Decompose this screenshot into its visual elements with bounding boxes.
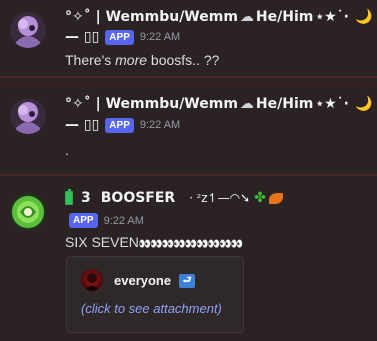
message-header: °✧˚ | Wemmbu/Wemm ☁ He/Him ⋆★˙· 🌙 bbox=[65, 96, 372, 112]
message-2: °✧˚ | Wemmbu/Wemm ☁ He/Him ⋆★˙· 🌙 — ▯▯ A… bbox=[0, 86, 377, 166]
divider bbox=[0, 76, 377, 78]
message-content: . bbox=[65, 142, 69, 158]
app-badge: APP bbox=[105, 29, 134, 45]
cloud-icon: ☁ bbox=[239, 96, 254, 112]
message-1: °✧˚ | Wemmbu/Wemm ☁ He/Him ⋆★˙· 🌙 — ▯▯ A… bbox=[0, 0, 377, 80]
message-meta: — ▯▯ APP 9:22 AM bbox=[65, 117, 180, 133]
embed-author-name: everyone bbox=[114, 273, 172, 288]
moon-icon: 🌙 bbox=[355, 96, 373, 112]
battery-icon bbox=[65, 189, 73, 205]
timestamp[interactable]: 9:22 AM bbox=[140, 31, 180, 43]
moon-icon: 🌙 bbox=[355, 9, 373, 25]
tag-suffix: He/Him bbox=[255, 9, 314, 25]
username-prefix: 3 bbox=[81, 190, 91, 206]
content-text: SIX SEVEN bbox=[65, 234, 139, 250]
leaf-icon bbox=[268, 192, 283, 204]
embed-author-avatar bbox=[81, 269, 103, 291]
content-text-end: boosfs.. ?? bbox=[147, 52, 220, 68]
reply-icon: ⮐ bbox=[179, 273, 196, 288]
embed-attachment-link[interactable]: (click to see attachment) bbox=[81, 301, 222, 316]
username[interactable]: BOOSFER bbox=[101, 190, 175, 206]
tag-suffix: He/Him bbox=[255, 96, 314, 112]
message-header: °✧˚ | Wemmbu/Wemm ☁ He/Him ⋆★˙· 🌙 bbox=[65, 9, 372, 25]
subtitle: — ▯▯ bbox=[65, 117, 100, 133]
decor-text: ⋆★˙· bbox=[315, 9, 349, 25]
message-header: 3 BOOSFER · ᶻz↿—◠➘ ✤ bbox=[65, 189, 283, 206]
timestamp[interactable]: 9:22 AM bbox=[140, 119, 180, 131]
decor-text: ⋆★˙· bbox=[315, 96, 349, 112]
message-meta: — ▯▯ APP 9:22 AM bbox=[65, 29, 180, 45]
embed-author: everyone ⮐ bbox=[114, 273, 196, 288]
cloud-icon: ☁ bbox=[239, 9, 254, 25]
content-emphasis: more bbox=[115, 52, 148, 68]
username[interactable]: °✧˚ | Wemmbu/Wemm bbox=[65, 9, 238, 25]
message-content: SIX SEVEN👀👀👀👀👀👀👀👀👀 bbox=[65, 234, 243, 250]
eyes-emoji: 👀👀👀👀👀👀👀👀👀 bbox=[138, 239, 243, 250]
app-badge: APP bbox=[105, 117, 134, 133]
avatar[interactable] bbox=[10, 98, 46, 134]
avatar[interactable] bbox=[10, 194, 46, 230]
username[interactable]: °✧˚ | Wemmbu/Wemm bbox=[65, 96, 238, 112]
divider bbox=[0, 82, 377, 84]
app-badge: APP bbox=[69, 213, 98, 228]
timestamp[interactable]: 9:22 AM bbox=[104, 215, 144, 227]
decor-text: · ᶻz↿—◠➘ bbox=[189, 191, 251, 205]
embed-card[interactable]: everyone ⮐ (click to see attachment) bbox=[66, 256, 244, 333]
avatar[interactable] bbox=[10, 12, 46, 48]
message-meta: APP 9:22 AM bbox=[69, 213, 144, 228]
subtitle: — ▯▯ bbox=[65, 29, 100, 45]
message-content: There's more boosfs.. ?? bbox=[65, 52, 219, 68]
content-text: There's bbox=[65, 52, 116, 68]
clover-icon: ✤ bbox=[254, 190, 266, 206]
